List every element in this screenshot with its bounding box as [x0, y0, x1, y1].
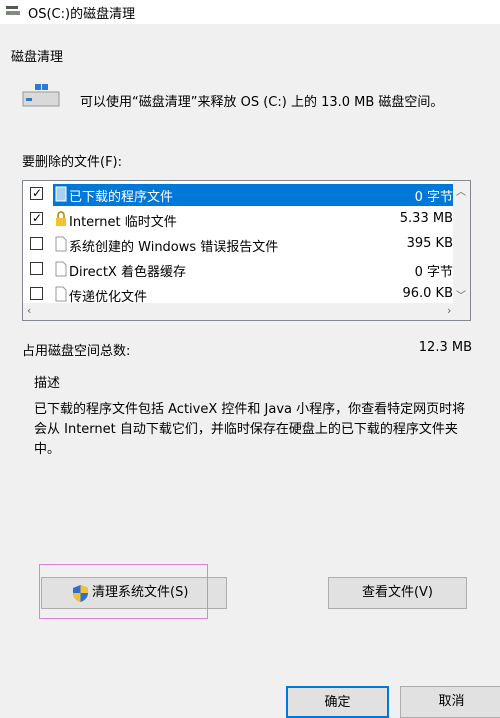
annotation-highlight-box [39, 564, 208, 619]
horizontal-scrollbar[interactable]: ‹ › [23, 303, 470, 320]
total-space-value: 12.3 MB [418, 340, 472, 355]
window-title: OS(C:)的磁盘清理 [28, 7, 136, 22]
view-files-button[interactable]: 查看文件(V) [328, 577, 467, 609]
list-item[interactable]: ✓ Internet 临时文件 5.33 MB [23, 208, 453, 232]
scroll-down-icon[interactable]: ﹀ [456, 287, 466, 302]
list-item-name: 已下载的程序文件 [69, 190, 174, 205]
drive-icon [22, 84, 60, 107]
list-item[interactable]: 系统创建的 Windows 错误报告文件 395 KB [23, 233, 453, 257]
checkbox[interactable] [30, 287, 43, 300]
intro-text: 可以使用“磁盘清理”来释放 OS (C:) 上的 13.0 MB 磁盘空间。 [80, 95, 444, 110]
file-icon [55, 261, 67, 277]
description-text: 已下载的程序文件包括 ActiveX 控件和 Java 小程序，你查看特定网页时… [34, 402, 466, 457]
list-item-size: 0 字节 [414, 190, 453, 205]
file-list[interactable]: ✓ 已下载的程序文件 0 字节 ✓ Internet 临时文件 5.33 MB … [22, 180, 471, 321]
checkbox[interactable]: ✓ [30, 186, 43, 200]
total-space-label: 占用磁盘空间总数: [22, 344, 131, 359]
list-item-size: 5.33 MB [399, 211, 453, 226]
list-item-size: 395 KB [406, 236, 453, 251]
files-to-delete-label: 要删除的文件(F): [22, 155, 123, 170]
list-item-size: 0 字节 [414, 265, 453, 280]
list-item-name: Internet 临时文件 [69, 215, 177, 230]
check-icon: ✓ [32, 186, 43, 200]
list-item[interactable]: ✓ 已下载的程序文件 0 字节 [23, 183, 458, 207]
file-icon [55, 286, 67, 302]
ok-button[interactable]: 确定 [286, 686, 389, 718]
disk-cleanup-icon [6, 6, 20, 15]
checkbox[interactable]: ✓ [30, 211, 43, 225]
check-icon: ✓ [32, 211, 43, 225]
list-item[interactable]: DirectX 着色器缓存 0 字节 [23, 258, 453, 282]
scroll-up-icon[interactable]: ︿ [456, 183, 466, 198]
vertical-scrollbar[interactable]: ︿ ﹀ [453, 181, 470, 303]
tab-disk-cleanup[interactable]: 磁盘清理 [11, 46, 63, 65]
scroll-right-icon[interactable]: › [447, 304, 451, 317]
list-item-size: 96.0 KB [402, 286, 453, 301]
scroll-left-icon[interactable]: ‹ [27, 304, 31, 317]
file-icon [55, 236, 67, 252]
checkbox[interactable] [30, 237, 43, 250]
cancel-button[interactable]: 取消 [400, 686, 500, 718]
folder-icon [55, 186, 67, 202]
checkbox[interactable] [30, 262, 43, 275]
lock-icon [56, 211, 66, 226]
description-label: 描述 [34, 376, 61, 391]
list-item-name: 系统创建的 Windows 错误报告文件 [69, 240, 279, 255]
list-item-name: DirectX 着色器缓存 [69, 265, 186, 280]
title-bar: OS(C:)的磁盘清理 [0, 0, 500, 24]
